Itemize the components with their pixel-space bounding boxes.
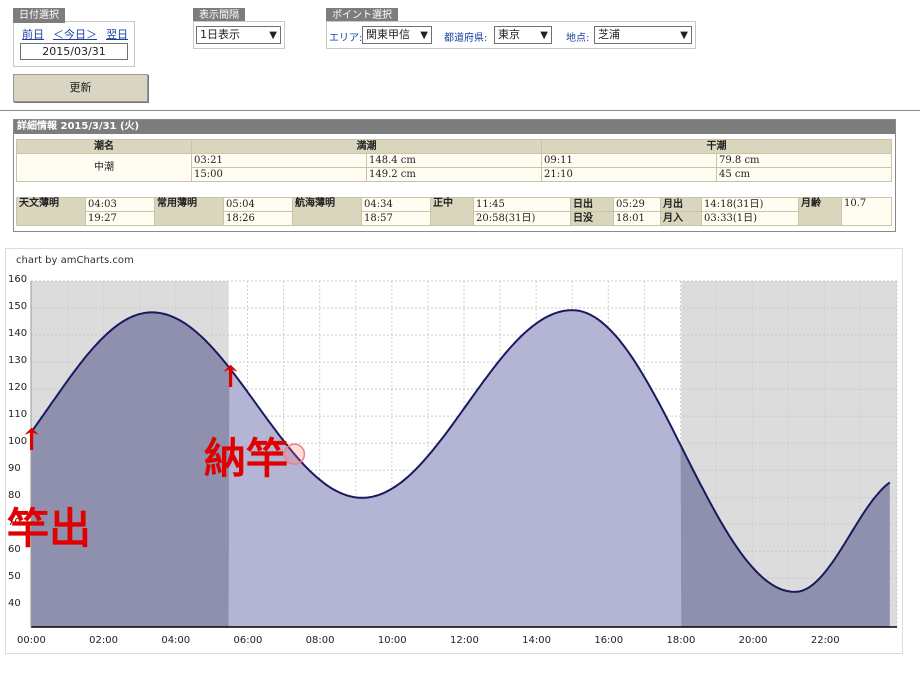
y-tick-label: 110: [8, 409, 28, 421]
y-tick-label: 50: [8, 571, 21, 583]
x-tick-label: 10:00: [377, 635, 407, 646]
x-tick-label: 02:00: [89, 635, 118, 646]
tide-chart-svg: [30, 280, 898, 628]
x-tick-label: 18:00: [666, 635, 696, 646]
start-annotation: 竿出: [7, 504, 92, 553]
y-tick-label: 40: [8, 598, 21, 610]
y-tick-label: 160: [8, 274, 28, 285]
end-annotation: 納竿: [204, 434, 289, 483]
y-tick-label: 130: [8, 355, 28, 367]
end-arrow: ↑: [218, 360, 244, 395]
start-arrow: ↑: [19, 423, 45, 458]
x-tick-label: 16:00: [594, 635, 624, 646]
x-tick-label: 04:00: [161, 635, 191, 646]
x-tick-label: 20:00: [738, 635, 768, 646]
x-tick-label: 22:00: [810, 635, 840, 646]
y-tick-label: 150: [8, 301, 28, 313]
x-tick-label: 00:00: [17, 635, 46, 646]
tide-area-day: [228, 310, 682, 627]
y-tick-label: 120: [8, 382, 28, 394]
y-tick-label: 140: [8, 328, 28, 340]
x-tick-label: 08:00: [305, 635, 335, 646]
x-tick-label: 14:00: [522, 635, 551, 646]
y-tick-label: 90: [8, 463, 21, 475]
x-tick-label: 06:00: [233, 635, 263, 646]
x-tick-label: 12:00: [450, 635, 479, 646]
